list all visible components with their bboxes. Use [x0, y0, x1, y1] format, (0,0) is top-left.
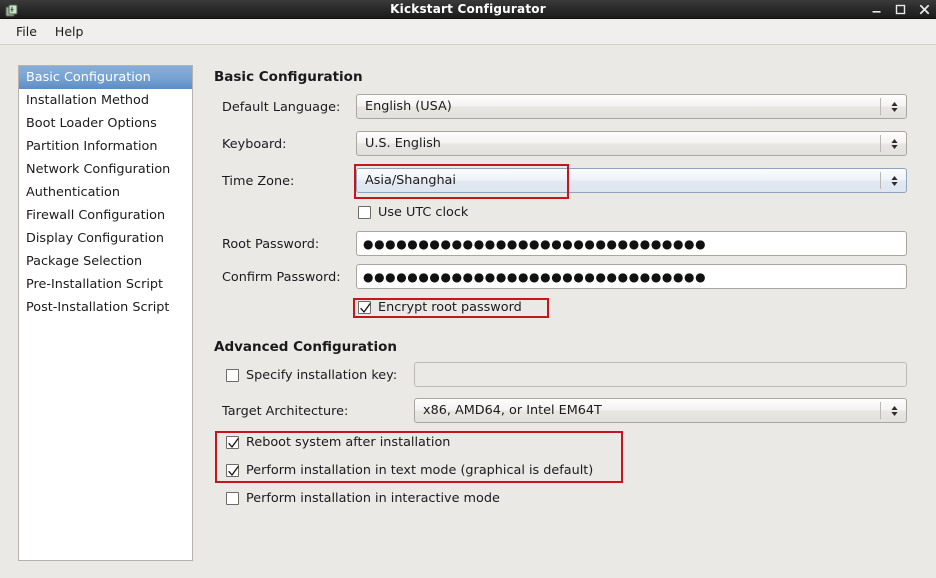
combo-separator: [880, 402, 881, 419]
target-architecture-value: x86, AMD64, or Intel EM64T: [415, 403, 880, 418]
time-zone-label: Time Zone:: [222, 174, 294, 189]
combo-separator: [880, 172, 881, 189]
root-password-field[interactable]: ●●●●●●●●●●●●●●●●●●●●●●●●●●●●●●●: [356, 231, 907, 256]
text-mode-label: Perform installation in text mode (graph…: [246, 463, 593, 478]
kickstart-configurator-window: Kickstart Configurator File Help: [0, 0, 936, 578]
confirm-password-value: ●●●●●●●●●●●●●●●●●●●●●●●●●●●●●●●: [357, 271, 706, 283]
confirm-password-label: Confirm Password:: [222, 270, 341, 285]
chevron-updown-icon: [888, 135, 900, 152]
confirm-password-field[interactable]: ●●●●●●●●●●●●●●●●●●●●●●●●●●●●●●●: [356, 264, 907, 289]
root-password-value: ●●●●●●●●●●●●●●●●●●●●●●●●●●●●●●●: [357, 238, 706, 250]
main-panel: Basic Configuration Default Language: En…: [0, 0, 936, 578]
advanced-configuration-heading: Advanced Configuration: [214, 339, 397, 355]
combo-separator: [880, 135, 881, 152]
reboot-after-installation-label: Reboot system after installation: [246, 435, 450, 450]
default-language-label: Default Language:: [222, 100, 340, 115]
checkbox-box: [226, 464, 239, 477]
target-architecture-label: Target Architecture:: [222, 404, 348, 419]
root-password-label: Root Password:: [222, 237, 319, 252]
checkbox-box: [226, 436, 239, 449]
default-language-combo[interactable]: English (USA): [356, 94, 907, 119]
interactive-mode-label: Perform installation in interactive mode: [246, 491, 500, 506]
text-mode-checkbox[interactable]: Perform installation in text mode (graph…: [226, 463, 593, 478]
interactive-mode-checkbox[interactable]: Perform installation in interactive mode: [226, 491, 500, 506]
use-utc-clock-label: Use UTC clock: [378, 205, 468, 220]
chevron-updown-icon: [888, 402, 900, 419]
specify-installation-key-label: Specify installation key:: [246, 368, 397, 383]
checkbox-box: [358, 301, 371, 314]
basic-configuration-heading: Basic Configuration: [214, 69, 363, 85]
installation-key-field[interactable]: [414, 362, 907, 387]
combo-separator: [880, 98, 881, 115]
use-utc-clock-checkbox[interactable]: Use UTC clock: [358, 205, 468, 220]
keyboard-combo[interactable]: U.S. English: [356, 131, 907, 156]
timezone-combo[interactable]: Asia/Shanghai: [356, 168, 907, 193]
reboot-after-installation-checkbox[interactable]: Reboot system after installation: [226, 435, 450, 450]
checkbox-box: [358, 206, 371, 219]
checkbox-box: [226, 492, 239, 505]
target-architecture-combo[interactable]: x86, AMD64, or Intel EM64T: [414, 398, 907, 423]
specify-installation-key-checkbox[interactable]: Specify installation key:: [226, 368, 397, 383]
default-language-value: English (USA): [357, 99, 880, 114]
keyboard-label: Keyboard:: [222, 137, 286, 152]
chevron-updown-icon: [888, 98, 900, 115]
timezone-value: Asia/Shanghai: [357, 173, 880, 188]
checkbox-box: [226, 369, 239, 382]
encrypt-root-password-label: Encrypt root password: [378, 300, 522, 315]
chevron-updown-icon: [888, 172, 900, 189]
encrypt-root-password-checkbox[interactable]: Encrypt root password: [358, 300, 522, 315]
keyboard-value: U.S. English: [357, 136, 880, 151]
